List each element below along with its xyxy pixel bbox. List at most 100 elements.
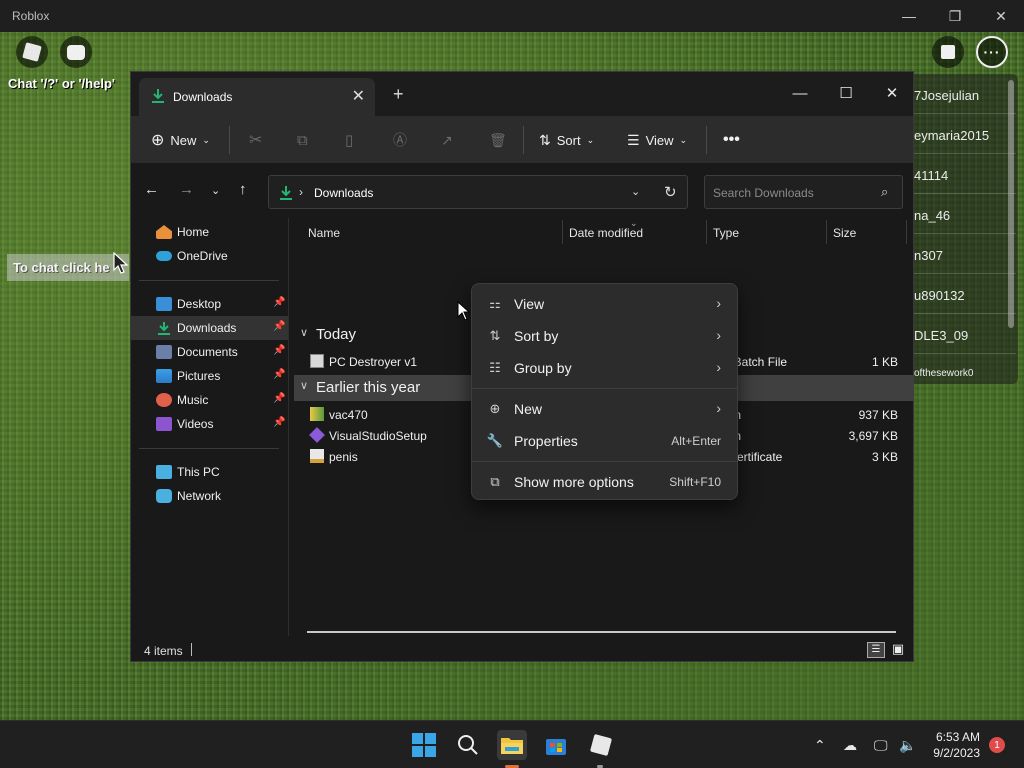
sidebar-item-documents[interactable]: Documents 📌 xyxy=(131,340,288,364)
sidebar-item-desktop[interactable]: Desktop 📌 xyxy=(131,292,288,316)
roblox-taskbar-button[interactable] xyxy=(586,730,616,760)
see-more-button[interactable]: ••• xyxy=(723,126,740,154)
column-divider[interactable] xyxy=(826,220,827,244)
copy-icon: ⧉ xyxy=(297,131,308,149)
roblox-restore-button[interactable]: ❐ xyxy=(932,0,978,32)
view-button[interactable]: ☰ View ⌄ xyxy=(627,126,687,154)
grid-icon: ⚏ xyxy=(489,296,501,311)
refresh-icon[interactable]: ↻ xyxy=(664,183,677,201)
recent-locations-chevron-icon[interactable]: ⌄ xyxy=(211,184,220,197)
sidebar-item-pictures[interactable]: Pictures 📌 xyxy=(131,364,288,388)
column-divider[interactable] xyxy=(706,220,707,244)
sidebar-item-music[interactable]: Music 📌 xyxy=(131,388,288,412)
network-icon[interactable]: 🖵 xyxy=(874,737,888,754)
details-view-icon[interactable]: ☰ xyxy=(867,642,885,658)
sidebar-item-home[interactable]: Home xyxy=(131,220,288,244)
menu-item-show-more-options[interactable]: ⧉ Show more options Shift+F10 xyxy=(476,466,735,498)
column-divider[interactable] xyxy=(906,220,907,244)
search-input[interactable] xyxy=(713,184,873,202)
chat-input-bar[interactable]: To chat click he xyxy=(7,254,129,281)
sort-indicator-icon: ⌄ xyxy=(630,218,638,228)
share-button[interactable]: ↗ xyxy=(441,126,453,154)
leaderboard-row[interactable]: DLE3_09 xyxy=(906,314,1016,354)
search-button[interactable] xyxy=(453,730,483,760)
menu-item-properties[interactable]: 🔧 Properties Alt+Enter xyxy=(476,425,735,457)
menu-item-new[interactable]: ⊕ New › xyxy=(476,393,735,425)
column-header-name[interactable]: Name xyxy=(308,226,340,240)
up-arrow-icon[interactable]: ↑ xyxy=(239,181,247,198)
sidebar-item-network[interactable]: Network xyxy=(131,484,288,508)
pin-icon: 📌 xyxy=(273,321,286,332)
leaderboard-row[interactable]: u890132 xyxy=(906,274,1016,314)
tiles-view-icon[interactable]: ▣ xyxy=(889,642,907,658)
roblox-minimize-button[interactable]: — xyxy=(886,0,932,32)
leaderboard-row[interactable]: 7Josejulian xyxy=(906,74,1016,114)
more-options-button[interactable]: ··· xyxy=(976,36,1008,68)
search-icon[interactable]: ⌕ xyxy=(881,184,888,200)
column-divider[interactable] xyxy=(562,220,563,244)
column-header-type[interactable]: Type xyxy=(713,226,739,240)
menu-item-group-by[interactable]: ☷ Group by › xyxy=(476,352,735,384)
group-label: Earlier this year xyxy=(316,379,421,396)
file-explorer-taskbar-button[interactable] xyxy=(497,730,527,760)
back-arrow-icon[interactable]: ← xyxy=(144,181,159,198)
store-button[interactable] xyxy=(541,730,571,760)
close-tab-icon[interactable]: ✕ xyxy=(352,86,365,106)
file-size: 3 KB xyxy=(871,450,898,464)
leaderboard-row[interactable]: ofthesework0 xyxy=(906,364,1016,382)
roblox-title-bar: Roblox — ❐ ✕ xyxy=(0,0,1024,32)
tab-bar: Downloads ✕ + — ☐ ✕ xyxy=(131,72,913,116)
sidebar-item-label: Desktop xyxy=(177,297,222,311)
minimize-button[interactable]: — xyxy=(777,78,823,108)
menu-item-sort-by[interactable]: ⇅ Sort by › xyxy=(476,320,735,352)
search-box[interactable]: ⌕ xyxy=(704,175,903,209)
sidebar-item-label: Music xyxy=(177,393,209,407)
chat-toggle-button[interactable] xyxy=(60,36,92,68)
copy-button[interactable]: ⧉ xyxy=(297,126,308,154)
leaderboard-row[interactable]: 41114 xyxy=(906,154,1016,194)
column-header-size[interactable]: Size xyxy=(833,226,856,240)
volume-icon[interactable]: 🔈 xyxy=(899,737,916,754)
paste-button[interactable]: ▯ xyxy=(345,126,353,154)
context-menu: ⚏ View › ⇅ Sort by › ☷ Group by › ⊕ New … xyxy=(471,283,738,500)
leaderboard-row[interactable]: eymaria2015 xyxy=(906,114,1016,154)
leaderboard-row[interactable]: n307 xyxy=(906,234,1016,274)
close-button[interactable]: ✕ xyxy=(869,78,915,108)
address-dropdown-icon[interactable]: ⌄ xyxy=(631,185,640,198)
show-hidden-icons-chevron-icon[interactable]: ⌃ xyxy=(814,737,826,754)
cut-button[interactable]: ✂ xyxy=(249,126,262,154)
breadcrumb-downloads[interactable]: Downloads xyxy=(314,186,373,200)
address-bar[interactable]: › Downloads ⌄ ↻ xyxy=(268,175,688,209)
start-button[interactable] xyxy=(409,730,439,760)
item-count: 4 items xyxy=(144,644,183,658)
sidebar-item-onedrive[interactable]: OneDrive xyxy=(131,244,288,268)
sidebar-item-this-pc[interactable]: This PC xyxy=(131,460,288,484)
new-tab-button[interactable]: + xyxy=(393,84,404,105)
mouse-cursor-icon xyxy=(457,301,471,321)
leaderboard-row[interactable]: na_46 xyxy=(906,194,1016,234)
maximize-button[interactable]: ☐ xyxy=(823,78,869,108)
delete-button[interactable]: 🗑 xyxy=(489,126,507,154)
sidebar-item-downloads[interactable]: Downloads 📌 xyxy=(131,316,288,340)
roblox-menu-button[interactable] xyxy=(16,36,48,68)
onedrive-warning-icon[interactable]: ☁ xyxy=(843,737,857,754)
forward-arrow-icon[interactable]: → xyxy=(179,181,194,198)
menu-item-label: Sort by xyxy=(514,328,559,344)
backpack-button[interactable] xyxy=(932,36,964,68)
menu-item-view[interactable]: ⚏ View › xyxy=(476,288,735,320)
horizontal-scrollbar[interactable] xyxy=(307,631,896,633)
sidebar-item-videos[interactable]: Videos 📌 xyxy=(131,412,288,436)
tab-downloads[interactable]: Downloads ✕ xyxy=(139,78,375,116)
file-name: PC Destroyer v1 xyxy=(329,355,418,369)
sort-button[interactable]: ⇅ Sort ⌄ xyxy=(539,126,594,154)
rename-button[interactable]: Ⓐ xyxy=(393,126,407,154)
wrench-icon: 🔧 xyxy=(486,433,504,448)
roblox-close-button[interactable]: ✕ xyxy=(978,0,1024,32)
ellipsis-icon: ··· xyxy=(983,44,1001,60)
toolbar-divider xyxy=(523,126,524,154)
leaderboard-scrollbar[interactable] xyxy=(1008,80,1014,328)
new-button[interactable]: ⊕ New ⌄ xyxy=(151,126,210,154)
menu-shortcut: Shift+F10 xyxy=(669,475,721,489)
clock[interactable]: 6:53 AM 9/2/2023 xyxy=(926,729,980,761)
notification-badge[interactable]: 1 xyxy=(989,737,1005,753)
